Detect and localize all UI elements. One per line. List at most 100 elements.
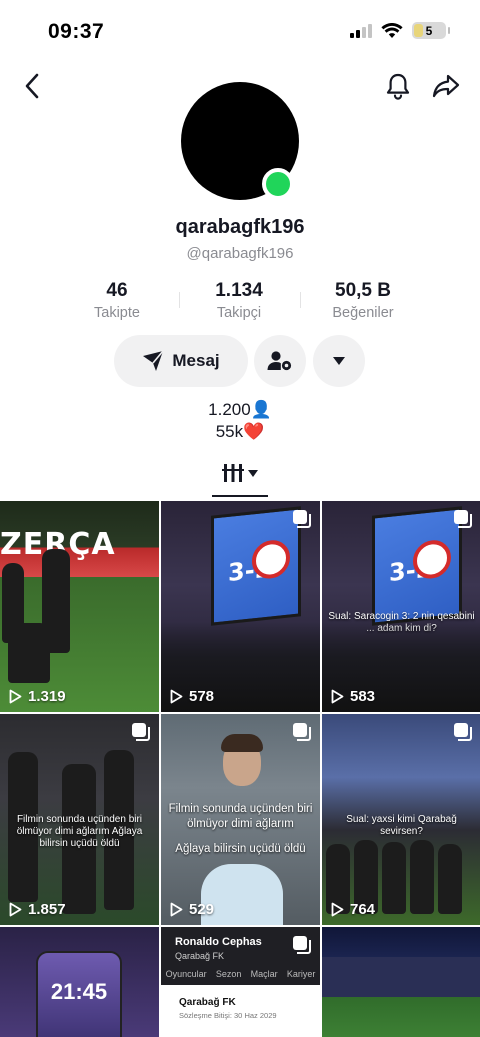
cellular-signal-icon <box>350 23 372 38</box>
stat-followers[interactable]: 1.134 Takipçi <box>179 280 299 321</box>
photo-carousel-icon <box>132 723 150 741</box>
profile-actions: Mesaj <box>0 335 480 387</box>
follow-settings-button[interactable] <box>254 335 306 387</box>
player-figure <box>438 844 462 914</box>
video-tile[interactable] <box>322 927 480 1037</box>
photo-carousel-icon <box>454 723 472 741</box>
stat-followers-value: 1.134 <box>215 280 263 301</box>
lockscreen-time: 21:45 <box>50 979 108 1004</box>
tab-active-indicator <box>212 495 268 497</box>
stat-followers-label: Takipçi <box>216 305 262 321</box>
app-tab: Sezon <box>215 969 242 979</box>
message-button[interactable]: Mesaj <box>114 335 248 387</box>
tab-videos[interactable] <box>222 462 258 484</box>
club-crest <box>252 538 290 581</box>
crowd-silhouette <box>322 957 480 997</box>
more-options-button[interactable] <box>313 335 365 387</box>
share-button[interactable] <box>428 68 464 104</box>
video-views-count: 583 <box>350 688 376 705</box>
phone-lockscreen: 21:45 <box>36 951 122 1037</box>
player-figure <box>382 842 406 914</box>
app-tabs: Oyuncular Sezon Maçlar Kariyer <box>161 969 320 979</box>
photo-carousel-icon <box>293 936 311 954</box>
status-icons: 5 <box>350 22 450 39</box>
play-icon <box>170 902 183 917</box>
stat-divider <box>300 292 301 308</box>
message-button-label: Mesaj <box>172 351 220 370</box>
status-bar: 09:37 5 <box>0 0 480 64</box>
video-tile[interactable]: Filmin sonunda uçünden biri ölmüyor dimi… <box>0 714 159 925</box>
stadium-scoreboard: 3-2 <box>211 506 301 626</box>
video-views-count: 1.319 <box>28 688 66 705</box>
profile-tabs <box>0 458 480 498</box>
play-icon <box>331 689 344 704</box>
video-caption-line: Filmin sonunda uçünden biri <box>168 803 313 815</box>
stat-likes-value: 50,5 B <box>335 280 391 301</box>
video-tile[interactable]: 3-2 Sual: Saracogin 3: 2 nin qesabini ..… <box>322 501 480 712</box>
play-icon <box>9 689 22 704</box>
video-views: 529 <box>170 901 214 918</box>
video-views: 583 <box>331 688 375 705</box>
play-icon <box>9 902 22 917</box>
video-tile[interactable]: ZERÇA 1.319 <box>0 501 159 712</box>
video-views-count: 529 <box>189 901 215 918</box>
app-club-name: Qarabağ FK <box>179 997 236 1008</box>
battery-level: 5 <box>425 23 433 38</box>
stat-following-label: Takipte <box>94 305 140 321</box>
app-tab: Maçlar <box>250 969 278 979</box>
video-views-count: 578 <box>189 688 215 705</box>
video-caption: Filmin sonunda uçünden biri ölmüyor dimi… <box>167 802 314 857</box>
video-grid: ZERÇA 1.319 3-2 578 3-2 Sual: Saracogin <box>0 501 480 1037</box>
video-views: 578 <box>170 688 214 705</box>
video-views-count: 1.857 <box>28 901 66 918</box>
club-crest <box>413 538 451 581</box>
player-figure <box>410 840 434 914</box>
video-caption-line: Ağlaya bilirsin uçüdü öldü <box>175 843 306 855</box>
stat-following[interactable]: 46 Takipte <box>57 280 177 321</box>
wifi-icon <box>381 22 403 38</box>
video-tile[interactable]: 21:45 <box>0 927 159 1037</box>
profile-handle: @qarabagfk196 <box>186 245 294 262</box>
stat-following-value: 46 <box>106 280 128 301</box>
video-caption: Sual: yaxsi kimi Qarabağ sevirsen? <box>346 814 457 837</box>
caret-down-icon <box>248 469 258 477</box>
video-tile[interactable]: Sual: yaxsi kimi Qarabağ sevirsen? 764 <box>322 714 480 925</box>
stadium-scoreboard: 3-2 <box>372 506 462 626</box>
player-hair <box>221 734 263 752</box>
video-views: 1.857 <box>9 901 66 918</box>
back-button[interactable] <box>14 68 50 104</box>
stat-likes[interactable]: 50,5 B Beğeniler <box>303 280 423 321</box>
bio-line: 55k❤️ <box>215 422 265 441</box>
play-icon <box>331 902 344 917</box>
video-tile[interactable]: 3-2 578 <box>161 501 320 712</box>
battery-icon: 5 <box>412 22 450 39</box>
video-caption: Filmin sonunda uçünden biri ölmüyor dimi… <box>16 814 143 849</box>
video-caption-line: ölmüyor dimi ağlarım <box>187 818 294 830</box>
chevron-left-icon <box>25 73 39 99</box>
status-time: 09:37 <box>48 20 105 43</box>
app-contract-note: Sözleşme Bitişi: 30 Haz 2029 <box>179 1011 277 1020</box>
photo-carousel-icon <box>293 510 311 528</box>
notification-button[interactable] <box>380 68 416 104</box>
stat-likes-label: Beğeniler <box>332 305 394 321</box>
bell-icon <box>386 73 410 100</box>
photo-carousel-icon <box>454 510 472 528</box>
share-arrow-icon <box>432 74 460 98</box>
app-tab: Kariyer <box>286 969 316 979</box>
profile-username: qarabagfk196 <box>175 216 305 238</box>
user-settings-icon <box>267 351 292 371</box>
video-views: 764 <box>331 901 375 918</box>
play-icon <box>170 689 183 704</box>
app-player-club: Qarabağ FK <box>175 951 225 961</box>
video-tile[interactable]: Filmin sonunda uçünden biri ölmüyor dimi… <box>161 714 320 925</box>
profile-bio: 1.200👤 55k❤️ <box>0 399 480 443</box>
video-views: 1.319 <box>9 688 66 705</box>
profile-stats: 46 Takipte 1.134 Takipçi 50,5 B Beğenile… <box>0 280 480 324</box>
online-status-indicator <box>262 168 294 200</box>
send-icon <box>143 350 164 371</box>
app-player-name: Ronaldo Cephas <box>175 936 262 948</box>
caret-down-icon <box>333 357 345 365</box>
app-tab: Oyuncular <box>165 969 207 979</box>
video-tile[interactable]: Ronaldo Cephas Qarabağ FK Oyuncular Sezo… <box>161 927 320 1037</box>
photo-carousel-icon <box>293 723 311 741</box>
